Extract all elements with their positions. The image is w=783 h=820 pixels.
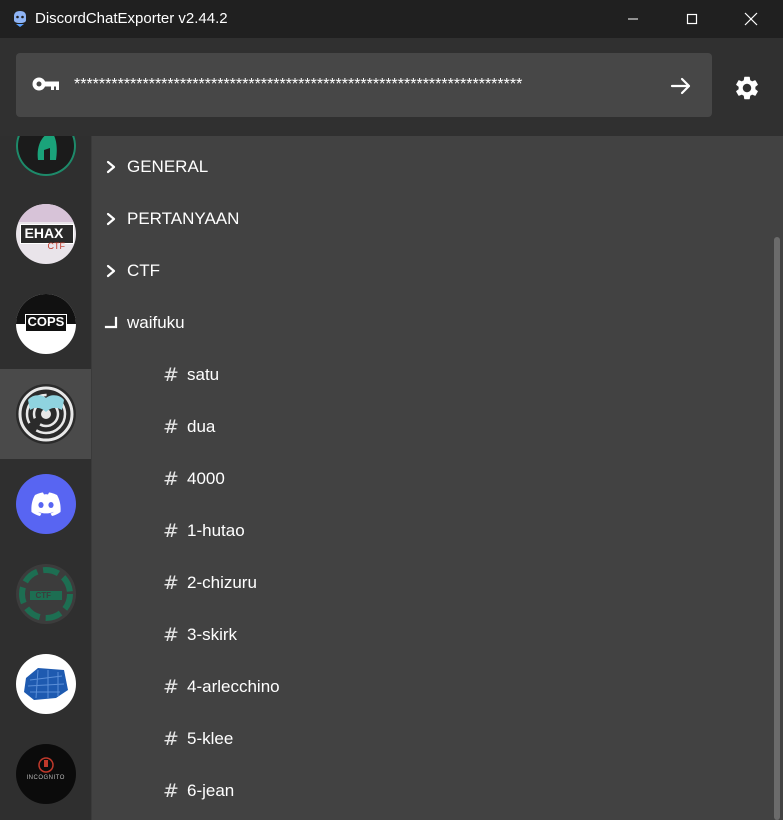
hash-icon: #: [163, 676, 179, 698]
channel-list[interactable]: GENERAL PERTANYAAN CTF waifuku # satu # …: [92, 136, 771, 820]
guild-avatar-text: INCOGNITO: [26, 775, 65, 781]
token-box: [16, 53, 712, 117]
close-icon: [744, 12, 758, 26]
token-input[interactable]: [74, 73, 648, 97]
title-bar: DiscordChatExporter v2.44.2: [0, 0, 783, 38]
category-row[interactable]: CTF: [92, 246, 771, 298]
spartan-helmet-icon: [37, 136, 57, 160]
pull-guilds-button[interactable]: [666, 71, 696, 101]
app-icon: [14, 11, 26, 27]
arrow-right-icon: [670, 77, 691, 95]
hash-icon: #: [163, 364, 179, 386]
map-logo-icon: [23, 668, 68, 700]
guild-avatar-text: COPS: [27, 314, 65, 329]
channel-label: 2-chizuru: [187, 573, 257, 592]
guild-avatar-text: EHAX: [24, 225, 64, 241]
channel-label: 1-hutao: [187, 521, 245, 540]
category-label: GENERAL: [127, 157, 209, 176]
channel-label: 5-klee: [187, 729, 234, 748]
hash-icon: #: [163, 728, 179, 750]
guild-avatar: [15, 136, 76, 176]
close-button[interactable]: [728, 0, 774, 38]
maximize-icon: [686, 13, 698, 25]
guild-item[interactable]: [0, 136, 91, 191]
guild-avatar: COPS: [15, 294, 76, 354]
settings-button[interactable]: [731, 72, 763, 104]
maximize-button[interactable]: [669, 0, 715, 38]
channel-label: dua: [187, 417, 216, 436]
guild-item[interactable]: [0, 639, 91, 729]
chevron-down-icon: [104, 316, 118, 329]
guild-item[interactable]: [0, 459, 91, 549]
channel-label: 6-jean: [187, 781, 235, 800]
guild-avatar: INCOGNITO: [15, 744, 76, 804]
channel-row[interactable]: # 2-chizuru: [92, 558, 771, 610]
channel-label: 4000: [187, 469, 225, 488]
guild-avatar: [15, 654, 76, 714]
category-row-expanded[interactable]: waifuku: [92, 298, 771, 350]
guild-item[interactable]: INCOGNITO: [0, 729, 91, 819]
incognito-logo-icon: [37, 757, 54, 773]
hash-icon: #: [163, 624, 179, 646]
discord-logo-icon: [30, 492, 61, 516]
channel-row[interactable]: # satu: [92, 350, 771, 402]
category-label: PERTANYAAN: [127, 209, 240, 228]
chevron-right-icon: [106, 160, 116, 174]
toolbar: [0, 38, 783, 136]
guild-item[interactable]: CTF: [0, 549, 91, 639]
channel-list-scrollbar[interactable]: [771, 136, 783, 820]
channel-row[interactable]: # 5-klee: [92, 714, 771, 766]
category-label: waifuku: [127, 313, 185, 332]
channel-row[interactable]: # dua: [92, 402, 771, 454]
channel-row[interactable]: # 6-jean: [92, 766, 771, 818]
guild-item[interactable]: EHAX CTF: [0, 189, 91, 279]
hash-icon: #: [163, 468, 179, 490]
guild-avatar: CTF: [15, 564, 76, 624]
minimize-button[interactable]: [610, 0, 656, 38]
guild-avatar: [15, 474, 76, 534]
channel-row[interactable]: # 4-arlecchino: [92, 662, 771, 714]
channel-row[interactable]: # 3-skirk: [92, 610, 771, 662]
guild-sidebar[interactable]: EHAX CTF COPS CTF INCOGNITO: [0, 136, 92, 820]
scrollbar-thumb[interactable]: [774, 237, 780, 820]
guild-avatar-subtext: CTF: [47, 241, 66, 251]
gear-icon: [736, 76, 758, 100]
guild-avatar: [15, 384, 76, 444]
category-row[interactable]: GENERAL: [92, 142, 771, 194]
hash-icon: #: [163, 416, 179, 438]
channel-label: satu: [187, 365, 220, 384]
channel-label: 3-skirk: [187, 625, 238, 644]
key-icon: [32, 77, 59, 91]
guild-avatar-text: CTF: [35, 591, 52, 600]
guild-avatar: EHAX CTF: [15, 204, 76, 264]
guild-item-selected[interactable]: [0, 369, 91, 459]
hash-icon: #: [163, 520, 179, 542]
maze-logo-icon: [18, 386, 73, 442]
window-title: DiscordChatExporter v2.44.2: [35, 10, 228, 27]
channel-row[interactable]: # 4000: [92, 454, 771, 506]
category-row[interactable]: PERTANYAAN: [92, 194, 771, 246]
guild-item[interactable]: COPS: [0, 279, 91, 369]
channel-label: 4-arlecchino: [187, 677, 280, 696]
minimize-icon: [628, 18, 638, 20]
hash-icon: #: [163, 572, 179, 594]
chevron-right-icon: [106, 212, 116, 226]
hash-icon: #: [163, 780, 179, 802]
category-label: CTF: [127, 261, 161, 280]
channel-row[interactable]: # 1-hutao: [92, 506, 771, 558]
chevron-right-icon: [106, 264, 116, 278]
